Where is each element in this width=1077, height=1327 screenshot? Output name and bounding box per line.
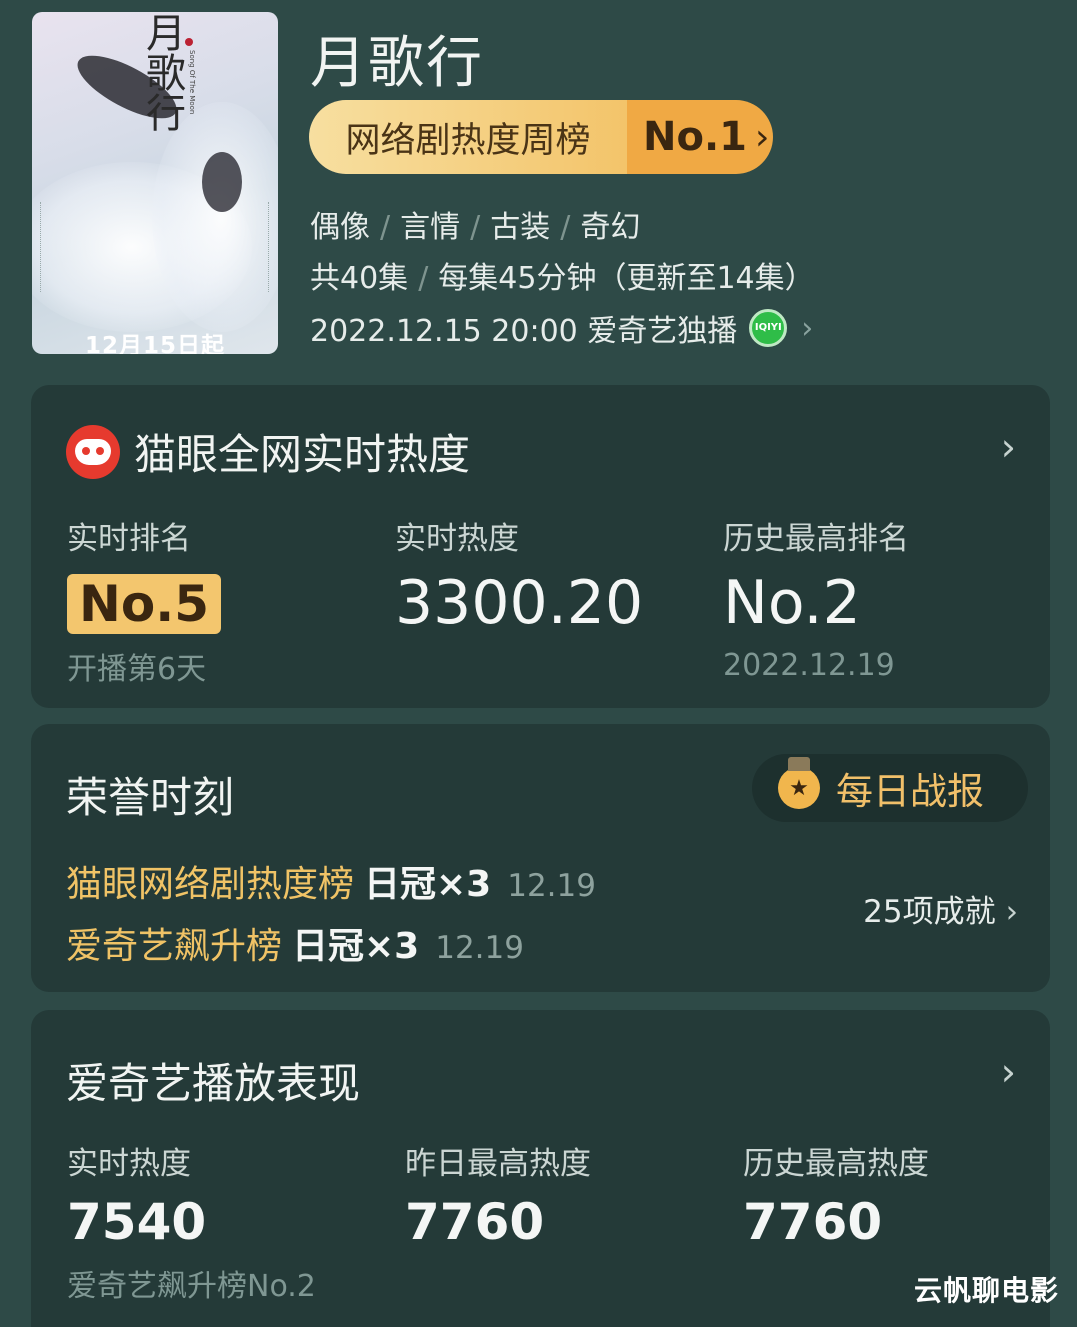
separator: / — [470, 210, 481, 245]
daily-report-button[interactable]: ★ 每日战报 — [752, 754, 1028, 822]
episode-info: 共40集 / 每集45分钟（更新至14集） — [310, 253, 815, 297]
episode-duration: 每集45分钟（更新至14集） — [438, 261, 815, 296]
realtime-rank-stat: 实时排名 No.5 开播第6天 — [67, 513, 221, 688]
separator: / — [380, 210, 391, 245]
daily-report-label: 每日战报 — [836, 770, 984, 813]
show-title: 月歌行 — [310, 31, 484, 96]
achievements-label: 25项成就 — [863, 894, 996, 930]
poster-seal-icon — [185, 38, 193, 46]
genre-list: 偶像 / 言情 / 古装 / 奇幻 — [310, 202, 640, 246]
weekly-rank-value-wrap: No.1 › — [627, 100, 773, 174]
genre-tag: 偶像 — [310, 210, 370, 245]
iqiyi-history-stat: 历史最高热度 7760 — [743, 1138, 929, 1251]
realtime-rank-label: 实时排名 — [67, 521, 191, 557]
realtime-heat-stat: 实时热度 3300.20 — [395, 513, 643, 638]
episode-count: 共40集 — [310, 261, 409, 296]
premiere-link[interactable]: 2022.12.15 20:00 爱奇艺独播 IQIYI › — [310, 306, 813, 350]
poster-credits — [268, 202, 275, 292]
weekly-rank-value: No.1 — [643, 114, 747, 160]
honor-item: 猫眼网络剧热度榜 日冠×3 12.19 — [66, 855, 596, 907]
genre-tag: 古装 — [490, 210, 551, 245]
honor-title: 荣誉时刻 — [66, 773, 235, 822]
maoyan-heat-header: 猫眼全网实时热度 — [66, 421, 470, 482]
watermark: 云帆聊电影 — [913, 1274, 1059, 1307]
premiere-text: 2022.12.15 20:00 爱奇艺独播 — [310, 314, 738, 349]
honor-date: 12.19 — [435, 930, 524, 966]
poster-english-title: Song Of The Moon — [188, 50, 196, 115]
best-rank-value: No.2 — [723, 568, 861, 638]
honor-crown: 日冠×3 — [292, 926, 420, 967]
poster-figure — [202, 152, 242, 212]
medal-star-icon: ★ — [778, 757, 820, 809]
maoyan-heat-title: 猫眼全网实时热度 — [134, 430, 471, 479]
chevron-right-icon: › — [801, 310, 814, 346]
best-rank-stat: 历史最高排名 No.2 2022.12.19 — [723, 513, 909, 683]
genre-tag: 言情 — [400, 210, 461, 245]
chevron-right-icon: › — [754, 116, 770, 158]
poster-credits — [40, 202, 47, 292]
maoyan-cat-icon — [66, 424, 120, 479]
chevron-right-icon[interactable]: › — [1001, 1050, 1016, 1094]
achievements-link[interactable]: 25项成就 › — [863, 886, 1018, 931]
iqiyi-realtime-sub: 爱奇艺飙升榜No.2 — [67, 1269, 316, 1304]
honor-name: 猫眼网络剧热度榜 — [66, 864, 355, 905]
separator: / — [418, 261, 429, 296]
honor-card: 荣誉时刻 ★ 每日战报 猫眼网络剧热度榜 日冠×3 12.19 爱奇艺飙升榜 日冠×3… — [31, 724, 1050, 992]
honor-item: 爱奇艺飙升榜 日冠×3 12.19 — [66, 917, 524, 969]
iqiyi-realtime-value: 7540 — [67, 1193, 207, 1251]
realtime-heat-label: 实时热度 — [395, 521, 519, 557]
poster-date: 12月15日起 — [84, 333, 225, 354]
realtime-rank-badge: No.5 — [67, 574, 221, 634]
iqiyi-realtime-stat: 实时热度 7540 爱奇艺飙升榜No.2 — [67, 1138, 316, 1305]
poster-vertical-title: 月歌行 — [139, 12, 185, 132]
show-poster[interactable]: 月歌行 Song Of The Moon 12月15日起 — [32, 12, 278, 354]
honor-date: 12.19 — [507, 868, 596, 904]
iqiyi-history-value: 7760 — [743, 1193, 883, 1251]
chevron-right-icon: › — [1005, 894, 1018, 930]
honor-crown: 日冠×3 — [364, 864, 492, 905]
realtime-rank-sub: 开播第6天 — [67, 652, 207, 687]
weekly-rank-button[interactable]: 网络剧热度周榜 No.1 › — [309, 100, 773, 174]
realtime-heat-value: 3300.20 — [395, 568, 644, 638]
separator: / — [560, 210, 571, 245]
iqiyi-realtime-label: 实时热度 — [67, 1146, 191, 1182]
best-rank-label: 历史最高排名 — [723, 521, 909, 557]
maoyan-heat-card[interactable]: 猫眼全网实时热度 › 实时排名 No.5 开播第6天 实时热度 3300.20 … — [31, 385, 1050, 708]
iqiyi-yesterday-label: 昨日最高热度 — [405, 1146, 591, 1182]
chevron-right-icon[interactable]: › — [1001, 425, 1016, 469]
best-rank-date: 2022.12.19 — [723, 648, 895, 683]
iqiyi-yesterday-value: 7760 — [405, 1193, 545, 1251]
genre-tag: 奇幻 — [580, 210, 641, 245]
weekly-rank-label: 网络剧热度周榜 — [309, 100, 627, 174]
iqiyi-performance-title: 爱奇艺播放表现 — [66, 1059, 361, 1108]
iqiyi-yesterday-stat: 昨日最高热度 7760 — [405, 1138, 591, 1251]
iqiyi-logo-icon: IQIYI — [749, 309, 788, 347]
honor-name: 爱奇艺飙升榜 — [66, 926, 283, 967]
iqiyi-history-label: 历史最高热度 — [743, 1146, 929, 1182]
iqiyi-performance-card[interactable]: 爱奇艺播放表现 › 实时热度 7540 爱奇艺飙升榜No.2 昨日最高热度 77… — [31, 1010, 1050, 1327]
